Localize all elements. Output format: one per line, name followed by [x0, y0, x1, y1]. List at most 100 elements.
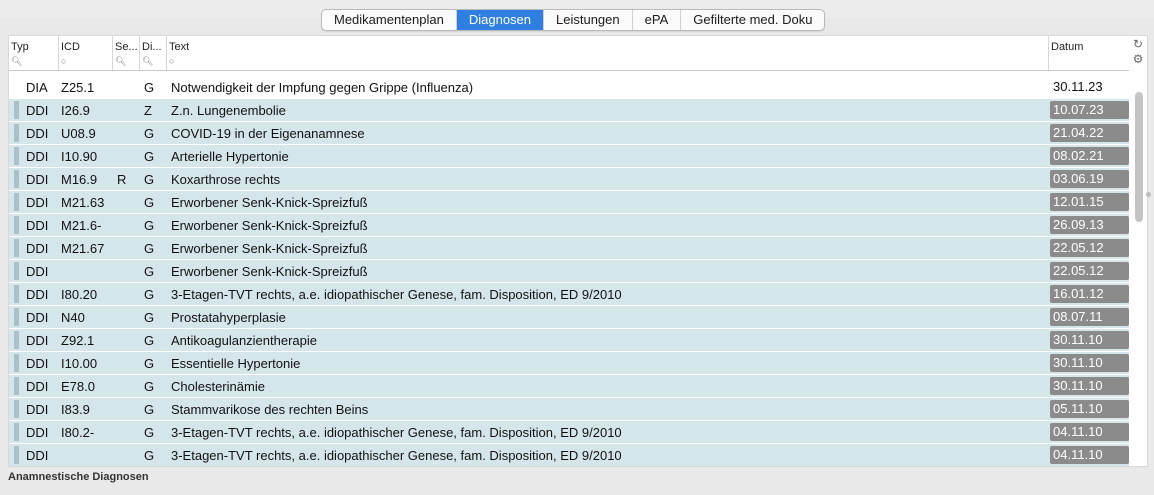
row-marker [14, 147, 19, 165]
cell-typ: DDI [26, 149, 49, 164]
cell-diagnosesicherheit: G [144, 287, 155, 302]
cell-text: Erworbener Senk-Knick-Spreizfuß [171, 264, 368, 279]
table-row[interactable]: DDI M21.63 G Erworbener Senk-Knick-Spreizfu… [9, 191, 1129, 213]
cell-typ: DDI [26, 333, 49, 348]
refresh-icon[interactable]: ↻ [1131, 37, 1145, 51]
cell-icd: N40 [61, 310, 85, 325]
cell-icd: I10.90 [61, 149, 98, 164]
cell-typ: DDI [26, 379, 49, 394]
search-icon[interactable]: 🔍︎ [142, 56, 153, 67]
cell-datum: 04.11.10 [1050, 423, 1129, 441]
table-row[interactable]: DDI G 3-Etagen-TVT rechts, a.e. idiopathis… [9, 444, 1129, 466]
column-header-text[interactable]: Text ○ [167, 36, 1049, 70]
table-row[interactable]: DDI I10.00 G Essentielle Hypertonie 30.11.10 [9, 352, 1129, 374]
table-row[interactable]: DDI I83.9 G Stammvarikose des rechten Beins… [9, 398, 1129, 420]
cell-typ: DDI [26, 264, 49, 279]
cell-datum: 04.11.10 [1050, 446, 1129, 464]
row-marker [14, 170, 19, 188]
cell-diagnosesicherheit: G [144, 356, 155, 371]
table-row[interactable]: DDI E78.0 G Cholesterinämie 30.11.10 [9, 375, 1129, 397]
cell-text: Antikoagulanzientherapie [171, 333, 317, 348]
cell-datum: 08.02.21 [1050, 147, 1129, 165]
cell-datum: 26.09.13 [1050, 216, 1129, 234]
cell-datum: 30.11.23 [1053, 79, 1103, 94]
cell-datum: 12.01.15 [1050, 193, 1129, 211]
diagnoses-table-panel: Typ 🔍︎ ICD ○ Se... 🔍︎ Di... 🔍︎ Text ○ Da… [8, 35, 1148, 467]
cell-icd: U08.9 [61, 126, 96, 141]
cell-icd: M16.9 [61, 172, 98, 187]
table-row[interactable]: DDI U08.9 G COVID-19 in der Eigenanamnese 21… [9, 122, 1129, 144]
column-label: Se... [115, 41, 138, 53]
row-marker [14, 101, 19, 119]
column-header-se[interactable]: Se... 🔍︎ [113, 36, 140, 70]
table-row[interactable]: DDI I80.2- G 3-Etagen-TVT rechts, a.e. idio… [9, 421, 1129, 443]
cell-typ: DDI [26, 172, 49, 187]
table-row[interactable]: DDI I80.20 G 3-Etagen-TVT rechts, a.e. idio… [9, 283, 1129, 305]
column-header-datum[interactable]: Datum [1049, 36, 1129, 70]
cell-diagnosesicherheit: G [144, 333, 155, 348]
row-marker [14, 400, 19, 418]
cell-icd: M21.63 [61, 195, 105, 210]
cell-text: Essentielle Hypertonie [171, 356, 301, 371]
cell-icd: I26.9 [61, 103, 90, 118]
cell-datum: 10.07.23 [1050, 101, 1129, 119]
cell-diagnosesicherheit: G [144, 218, 155, 233]
cell-datum: 16.01.12 [1050, 285, 1129, 303]
cell-typ: DDI [26, 310, 49, 325]
row-marker [14, 446, 19, 464]
cell-typ: DDI [26, 126, 49, 141]
table-row[interactable]: DDI M16.9 R G Koxarthrose rechts 03.06.19 [9, 168, 1129, 190]
filter-toggle-icon[interactable]: ○ [169, 56, 174, 66]
cell-datum: 30.11.10 [1050, 354, 1129, 372]
table-row[interactable]: DDI M21.6- G Erworbener Senk-Knick-Spreizfu… [9, 214, 1129, 236]
column-header-di[interactable]: Di... 🔍︎ [140, 36, 167, 70]
column-header-typ[interactable]: Typ 🔍︎ [9, 36, 59, 70]
cell-seite: R [117, 172, 127, 187]
filter-toggle-icon[interactable]: ○ [61, 56, 66, 66]
diagnoses-rows: DIA Z25.1 G Notwendigkeit der Impfung gegen… [9, 76, 1129, 467]
table-row[interactable]: DIA Z25.1 G Notwendigkeit der Impfung gegen… [9, 76, 1129, 98]
cell-text: Erworbener Senk-Knick-Spreizfuß [171, 218, 368, 233]
cell-icd: I83.9 [61, 402, 90, 417]
gear-icon[interactable]: ⚙ [1131, 52, 1145, 66]
table-row[interactable]: DDI Z92.1 G Antikoagulanzientherapie 30.11.1… [9, 329, 1129, 351]
cell-text: 3-Etagen-TVT rechts, a.e. idiopathischer… [171, 287, 622, 302]
cell-text: 3-Etagen-TVT rechts, a.e. idiopathischer… [171, 448, 622, 463]
cell-icd: E78.0 [61, 379, 95, 394]
vertical-scrollbar[interactable] [1134, 78, 1144, 463]
row-marker [14, 285, 19, 303]
column-label: Text [169, 41, 190, 53]
cell-diagnosesicherheit: G [144, 310, 155, 325]
tab-medikamentenplan[interactable]: Medikamentenplan [322, 10, 457, 30]
tab-epa[interactable]: ePA [633, 10, 682, 30]
table-row[interactable]: DDI G Erworbener Senk-Knick-Spreizfuß 22.05… [9, 260, 1129, 282]
cell-typ: DDI [26, 425, 49, 440]
cell-text: COVID-19 in der Eigenanamnese [171, 126, 365, 141]
row-marker [14, 377, 19, 395]
row-marker [14, 423, 19, 441]
cell-typ: DIA [26, 80, 48, 95]
search-icon[interactable]: 🔍︎ [115, 56, 126, 67]
search-icon[interactable]: 🔍︎ [11, 56, 22, 67]
table-row[interactable]: DDI I10.90 G Arterielle Hypertonie 08.02.21 [9, 145, 1129, 167]
table-row[interactable]: DDI I26.9 Z Z.n. Lungenembolie 10.07.23 [9, 99, 1129, 121]
cell-datum: 05.11.10 [1050, 400, 1129, 418]
cell-text: Koxarthrose rechts [171, 172, 281, 187]
cell-typ: DDI [26, 287, 49, 302]
row-marker [14, 308, 19, 326]
split-handle-icon[interactable] [1146, 192, 1151, 197]
cell-datum: 21.04.22 [1050, 124, 1129, 142]
cell-typ: DDI [26, 103, 49, 118]
row-marker [14, 354, 19, 372]
table-row[interactable]: DDI M21.67 G Erworbener Senk-Knick-Spreizfu… [9, 237, 1129, 259]
column-label: Datum [1051, 41, 1084, 53]
tab-leistungen[interactable]: Leistungen [544, 10, 633, 30]
table-row[interactable]: DDI N40 G Prostatahyperplasie 08.07.11 [9, 306, 1129, 328]
cell-text: Erworbener Senk-Knick-Spreizfuß [171, 195, 368, 210]
scrollbar-thumb[interactable] [1135, 92, 1143, 222]
tab-gefilterte-med-doku[interactable]: Gefilterte med. Doku [681, 10, 824, 30]
cell-icd: M21.6- [61, 218, 102, 233]
tab-diagnosen[interactable]: Diagnosen [456, 10, 545, 30]
column-header-icd[interactable]: ICD ○ [59, 36, 113, 70]
cell-typ: DDI [26, 402, 49, 417]
